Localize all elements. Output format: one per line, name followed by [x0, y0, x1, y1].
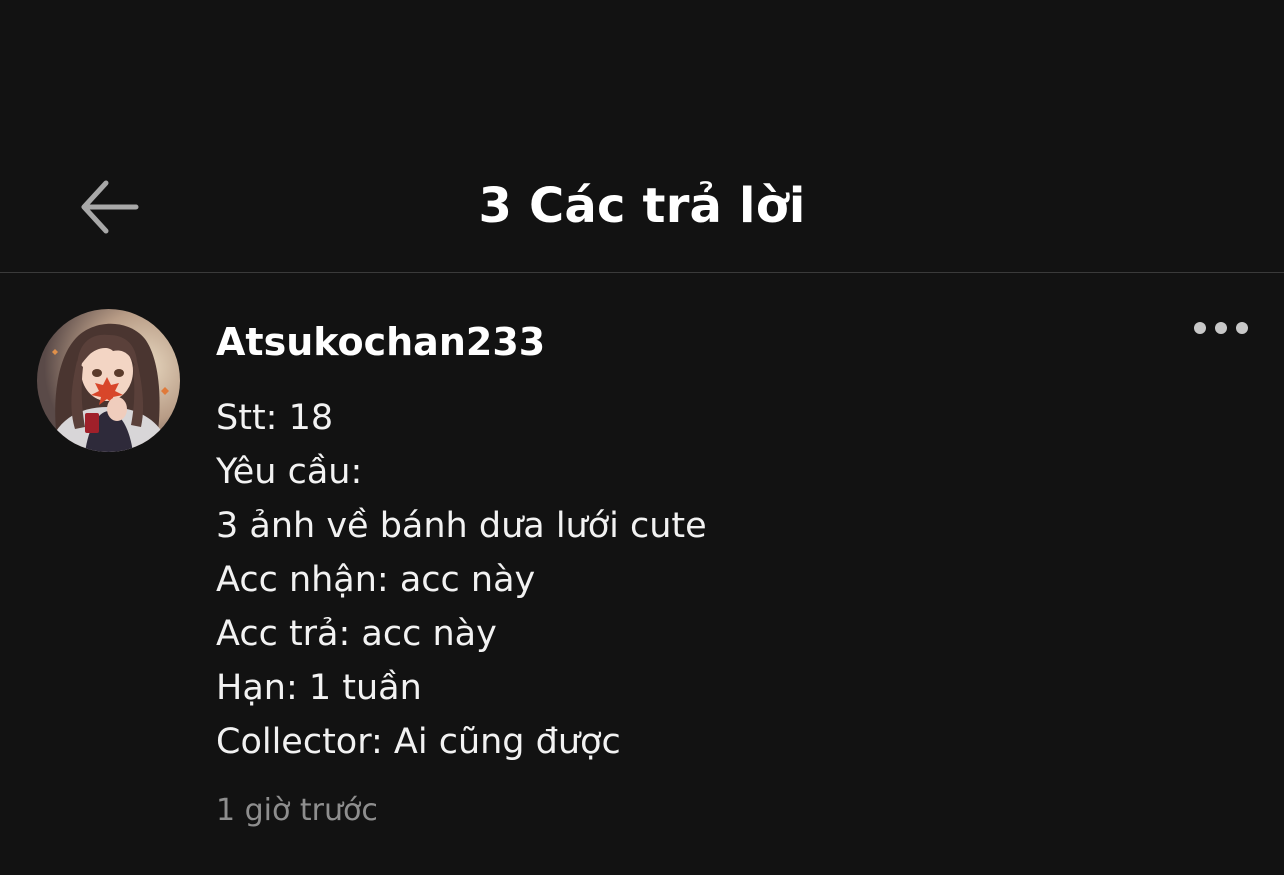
- replies-screen: 3 Các trả lời Atsukochan233 Stt: 18 Yêu …: [0, 0, 1284, 875]
- page-title: 3 Các trả lời: [478, 178, 806, 234]
- username[interactable]: Atsukochan233: [216, 314, 545, 370]
- user-avatar[interactable]: [37, 309, 180, 452]
- reply-line: Acc nhận: acc này: [216, 560, 536, 600]
- reply-line: Yêu cầu:: [216, 452, 363, 492]
- more-options-icon: [1236, 322, 1248, 334]
- reply-timestamp: 1 giờ trước: [216, 793, 378, 828]
- reply-line: Collector: Ai cũng được: [216, 722, 621, 762]
- more-options-icon: [1215, 322, 1227, 334]
- more-options-icon: [1194, 322, 1206, 334]
- reply-body: Stt: 18 Yêu cầu: 3 ảnh về bánh dưa lưới …: [216, 391, 1216, 769]
- reply-item: Atsukochan233 Stt: 18 Yêu cầu: 3 ảnh về …: [0, 274, 1284, 875]
- header-bar: 3 Các trả lời: [0, 0, 1284, 273]
- more-options-button[interactable]: [1186, 310, 1256, 346]
- reply-line: 3 ảnh về bánh dưa lưới cute: [216, 506, 707, 546]
- avatar-image: [37, 309, 180, 452]
- reply-line: Acc trả: acc này: [216, 614, 497, 654]
- reply-line: Hạn: 1 tuần: [216, 668, 422, 708]
- reply-line: Stt: 18: [216, 398, 334, 438]
